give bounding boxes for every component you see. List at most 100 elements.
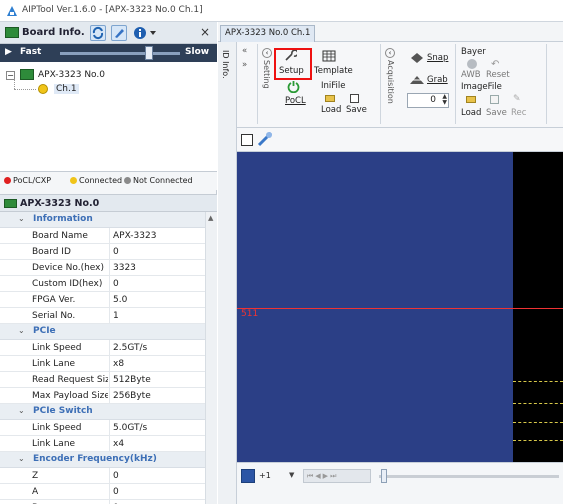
property-key: Read Request Siz xyxy=(32,375,108,385)
info-dropdown-button[interactable] xyxy=(133,25,159,41)
property-row[interactable]: Link Speed 5.0GT/s xyxy=(0,420,205,436)
property-key: Max Payload Size xyxy=(32,391,108,401)
expand-ribbon-icon[interactable]: » xyxy=(242,60,247,70)
refresh-button[interactable] xyxy=(90,25,106,41)
property-value: x8 xyxy=(113,359,125,369)
info-icon xyxy=(134,27,156,39)
property-key: Link Lane xyxy=(32,359,76,369)
imagefile-rec-button[interactable]: Rec xyxy=(511,108,526,118)
frame-slider-thumb[interactable] xyxy=(381,469,387,483)
imagefile-load-button[interactable]: Load xyxy=(461,108,481,118)
close-icon[interactable]: × xyxy=(200,25,210,39)
property-row[interactable]: A0 xyxy=(0,484,205,500)
column-divider xyxy=(109,308,110,324)
acquisition-group-collapse[interactable]: ‹ xyxy=(385,48,395,58)
property-value: 0 xyxy=(113,487,119,497)
property-row[interactable]: Read Request Siz 512Byte xyxy=(0,372,205,388)
board-icon xyxy=(5,27,19,38)
connected-status-icon xyxy=(38,84,48,94)
scroll-up-icon[interactable]: ▲ xyxy=(208,214,213,222)
awb-button[interactable]: AWB xyxy=(461,70,481,80)
grab-button[interactable] xyxy=(409,74,425,89)
folder-icon xyxy=(325,95,335,102)
imagefile-save-button[interactable]: Save xyxy=(486,108,507,118)
overlay-line xyxy=(513,403,563,404)
zoom-dropdown-icon[interactable]: ▼ xyxy=(289,471,294,479)
setting-group-collapse[interactable]: ‹ xyxy=(262,48,272,58)
document-tab-bar: APX-3323 No.0 Ch.1 xyxy=(218,22,563,42)
properties-title: APX-3323 No.0 xyxy=(20,198,100,209)
property-row[interactable]: Custom ID(hex) 0 xyxy=(0,276,205,292)
grab-label[interactable]: Grab xyxy=(427,75,448,85)
property-key: Z xyxy=(32,471,39,481)
property-key: Device No.(hex) xyxy=(32,263,105,273)
property-row[interactable]: FPGA Ver. 5.0 xyxy=(0,292,205,308)
property-row[interactable]: Board Name APX-3323 xyxy=(0,228,205,244)
column-divider xyxy=(109,276,110,292)
pocl-label[interactable]: PoCL xyxy=(285,96,306,106)
board-tree: − APX-3323 No.0 Ch.1 xyxy=(0,62,217,172)
fit-window-button[interactable] xyxy=(241,134,253,146)
frame-count-spinner[interactable]: 0 ▲ ▼ xyxy=(407,93,449,108)
zoom-label: +1 xyxy=(259,471,271,480)
frame-count-value[interactable]: 0 xyxy=(430,95,436,105)
snap-button[interactable] xyxy=(410,52,424,67)
reset-button[interactable]: Reset xyxy=(486,70,510,80)
speed-slider-thumb[interactable] xyxy=(145,46,153,60)
tree-channel-node[interactable]: Ch.1 xyxy=(54,84,79,94)
property-row[interactable]: Z0 xyxy=(0,468,205,484)
collapse-ribbon-icon[interactable]: « xyxy=(242,46,247,56)
probe-button[interactable] xyxy=(256,130,274,151)
property-value: 512Byte xyxy=(113,375,151,385)
reset-icon: ↶ xyxy=(491,59,500,70)
category-label: Information xyxy=(33,214,93,224)
category-label: PCIe xyxy=(33,326,56,336)
property-row[interactable]: Link Lane x4 xyxy=(0,436,205,452)
grab-icon xyxy=(410,76,424,84)
property-value: APX-3323 xyxy=(113,231,157,241)
snap-label[interactable]: Snap xyxy=(427,53,448,63)
property-row[interactable]: Device No.(hex) 3323 xyxy=(0,260,205,276)
property-key: Link Speed xyxy=(32,343,82,353)
category-label: PCIe Switch xyxy=(33,406,93,416)
property-row[interactable]: Max Payload Size 256Byte xyxy=(0,388,205,404)
category-pcie[interactable]: ⌄ PCIe xyxy=(0,324,205,340)
title-bar: AIPTool Ver.1.6.0 - [APX-3323 No.0 Ch.1] xyxy=(0,0,563,22)
category-pcie_switch[interactable]: ⌄ PCIe Switch xyxy=(0,404,205,420)
template-label[interactable]: Template xyxy=(314,66,353,76)
category-information[interactable]: ⌄ Information xyxy=(0,212,205,228)
chevron-down-icon[interactable]: ⌄ xyxy=(18,454,25,463)
property-row[interactable]: Serial No. 1 xyxy=(0,308,205,324)
column-divider xyxy=(109,372,110,388)
column-divider xyxy=(109,500,110,504)
line-profile-marker[interactable] xyxy=(237,308,563,309)
id-info-sidebar[interactable]: ID Info. xyxy=(218,42,237,504)
column-divider xyxy=(109,356,110,372)
display-mode-icon[interactable] xyxy=(241,469,255,483)
tab-apx-3323-ch1[interactable]: APX-3323 No.0 Ch.1 xyxy=(220,25,316,42)
chevron-down-icon[interactable]: ⌄ xyxy=(18,214,25,223)
property-key: Serial No. xyxy=(32,311,76,321)
inifile-load-button[interactable]: Load xyxy=(321,105,341,115)
playback-controls[interactable]: ⏮◀▶⏭ xyxy=(303,469,371,483)
chevron-down-icon[interactable]: ⌄ xyxy=(18,326,25,335)
properties-scrollbar[interactable]: ▲ xyxy=(205,212,217,504)
spin-arrows-icon[interactable]: ▲ ▼ xyxy=(442,94,447,106)
tree-connector xyxy=(14,89,36,90)
property-row[interactable]: Link Speed 2.5GT/s xyxy=(0,340,205,356)
tree-board-node[interactable]: APX-3323 No.0 xyxy=(38,70,105,80)
property-row[interactable]: Board ID 0 xyxy=(0,244,205,260)
property-row[interactable]: B0 xyxy=(0,500,205,504)
board-info-title: Board Info. xyxy=(22,27,85,38)
category-encoder[interactable]: ⌄ Encoder Frequency(kHz) xyxy=(0,452,205,468)
frame-slider-track[interactable] xyxy=(379,475,559,478)
pocl-button[interactable] xyxy=(287,80,300,96)
chevron-down-icon[interactable]: ⌄ xyxy=(18,406,25,415)
speed-slider-track[interactable] xyxy=(60,52,180,55)
inifile-save-button[interactable]: Save xyxy=(346,105,367,115)
edit-button[interactable] xyxy=(111,25,127,41)
template-button[interactable] xyxy=(322,50,336,65)
legend-connected: Connected xyxy=(70,176,122,185)
image-black-region xyxy=(513,152,563,462)
property-row[interactable]: Link Lane x8 xyxy=(0,356,205,372)
